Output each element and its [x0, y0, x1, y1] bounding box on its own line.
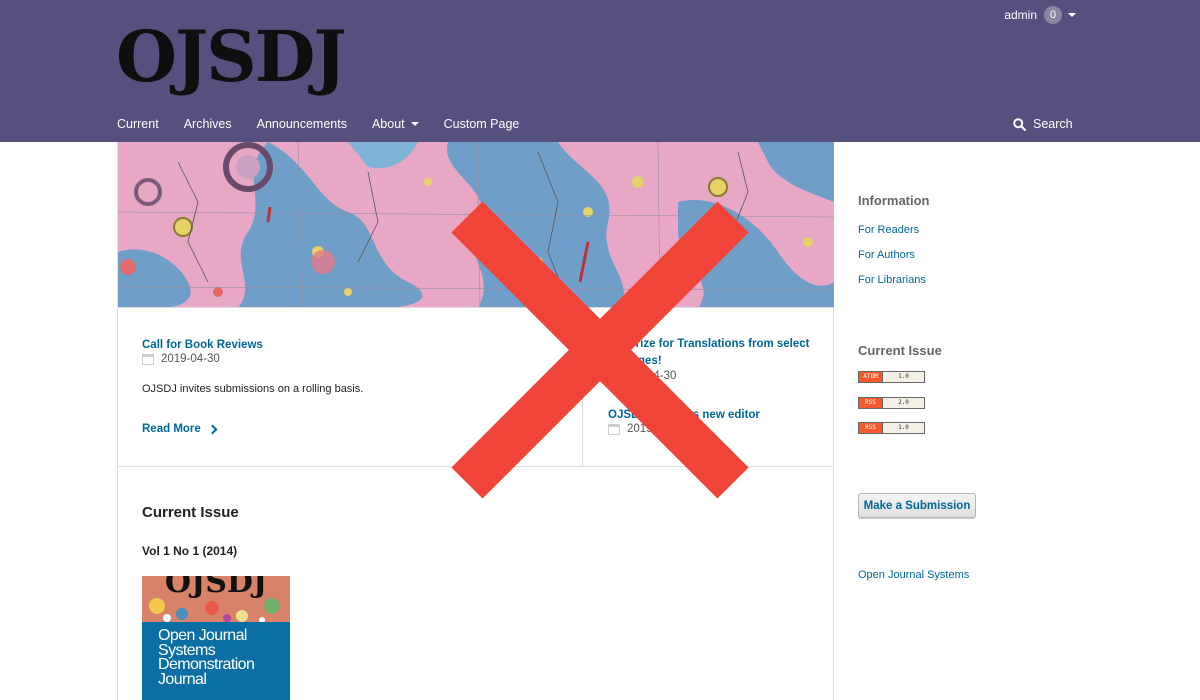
user-menu[interactable]: admin 0 — [1004, 6, 1076, 24]
search-link[interactable]: Search — [1013, 117, 1073, 131]
nav-item-current[interactable]: Current — [117, 117, 159, 131]
cover-masthead: OJSDJ — [165, 576, 267, 600]
nav-item-custom-page[interactable]: Custom Page — [444, 117, 520, 131]
announcement-title-link[interactable]: Prize for Translations from select — [628, 338, 810, 350]
issue-volume-title: Vol 1 No 1 (2014) — [142, 544, 238, 558]
read-more-link[interactable]: Read More — [142, 423, 218, 435]
nav-label: Current — [117, 117, 159, 131]
rss1-feed-badge[interactable]: RSS 1.0 — [858, 422, 925, 434]
calendar-icon — [608, 423, 620, 435]
announcement-title-link[interactable]: OJSD — [608, 409, 639, 421]
main-content: Call for Book Reviews 2019-04-30 OJSDJ i… — [117, 142, 834, 700]
primary-nav: Current Archives Announcements About Cus… — [117, 117, 544, 131]
date-text: 04-30 — [647, 370, 677, 382]
read-more-label: Read More — [142, 423, 201, 435]
current-issue-block-title: Current Issue — [858, 343, 942, 358]
feed-version: 1.0 — [883, 372, 924, 382]
nav-label: About — [371, 117, 405, 131]
rss2-feed-badge[interactable]: RSS 2.0 — [858, 397, 925, 409]
chevron-down-icon — [410, 122, 419, 126]
calendar-icon — [608, 370, 620, 382]
nav-item-archives[interactable]: Archives — [184, 117, 232, 131]
search-icon — [1013, 117, 1026, 131]
sidebar-link-for-readers[interactable]: For Readers — [858, 224, 919, 236]
date-text: 2019 — [627, 423, 653, 435]
cover-title-line: Journal — [158, 670, 207, 688]
announcement-date: 2019 — [608, 423, 653, 435]
current-issue-heading: Current Issue — [142, 504, 239, 521]
task-count-badge[interactable]: 0 — [1044, 6, 1062, 24]
make-submission-button[interactable]: Make a Submission — [858, 493, 976, 518]
chevron-down-icon[interactable] — [1068, 13, 1076, 17]
announcement-list: Prize for Translations from select ges! … — [584, 308, 834, 467]
announcement-item[interactable]: OJSD its new editor — [608, 405, 760, 423]
chevron-right-icon — [207, 424, 218, 434]
announcement-date: 2019-04-30 — [142, 353, 220, 365]
announcement-title-link[interactable]: its new editor — [686, 409, 760, 421]
feed-type: ATOM — [859, 372, 883, 382]
information-block-title: Information — [858, 193, 930, 208]
announcement-date: 04-30 — [608, 370, 676, 382]
search-label: Search — [1033, 117, 1073, 131]
feed-version: 2.0 — [883, 398, 924, 408]
nav-label: Custom Page — [443, 117, 520, 131]
sidebar-link-for-authors[interactable]: For Authors — [858, 249, 915, 261]
map-banner-image — [118, 142, 834, 307]
homepage-image — [118, 142, 834, 308]
feed-version: 1.0 — [883, 423, 924, 433]
cover-title: Open Journal Systems Demonstration Journ… — [158, 628, 255, 688]
username[interactable]: admin — [1004, 8, 1037, 22]
site-logo[interactable]: OJSDJ — [116, 22, 346, 92]
issue-cover-image[interactable]: OJSDJ Open Journal Systems Demonstration… — [142, 576, 290, 700]
nav-item-about[interactable]: About — [372, 117, 419, 131]
nav-label: Announcements — [256, 117, 347, 131]
calendar-icon — [142, 353, 154, 365]
atom-feed-badge[interactable]: ATOM 1.0 — [858, 371, 925, 383]
announcement-item[interactable]: Prize for Translations from select ges! — [608, 335, 818, 369]
announcement-featured: Call for Book Reviews 2019-04-30 OJSDJ i… — [118, 308, 583, 467]
announcement-summary: OJSDJ invites submissions on a rolling b… — [142, 383, 364, 395]
site-header: admin 0 OJSDJ Current Archives Announcem… — [0, 0, 1200, 142]
nav-item-announcements[interactable]: Announcements — [257, 117, 347, 131]
announcement-title-link[interactable]: Call for Book Reviews — [142, 339, 263, 351]
sidebar-link-for-librarians[interactable]: For Librarians — [858, 274, 926, 286]
announcement-title-link[interactable]: ges! — [638, 355, 662, 367]
announcements-block: Call for Book Reviews 2019-04-30 OJSDJ i… — [118, 308, 834, 467]
current-issue-section: Current Issue — [142, 504, 239, 521]
feed-type: RSS — [859, 398, 883, 408]
nav-label: Archives — [183, 117, 232, 131]
feed-type: RSS — [859, 423, 883, 433]
open-journal-systems-link[interactable]: Open Journal Systems — [858, 569, 969, 581]
date-text: 2019-04-30 — [161, 353, 220, 365]
